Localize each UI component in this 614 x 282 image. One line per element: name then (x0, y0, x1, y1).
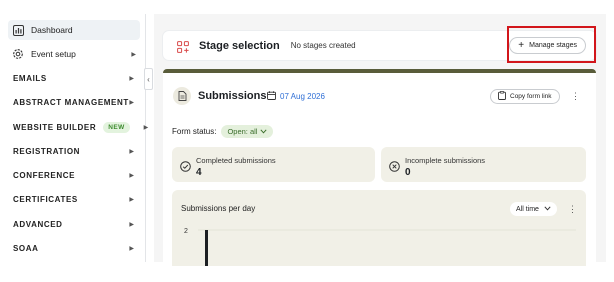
stages-icon (177, 40, 189, 53)
chevron-right-icon: ▶ (143, 124, 149, 131)
chart-plot-area: 2 (184, 228, 576, 266)
form-status-dropdown[interactable]: Open: all (221, 125, 274, 138)
time-range-dropdown[interactable]: All time (510, 202, 557, 216)
app-root: Dashboard Event setup ▶ EMAILS ▶ ABSTRAC… (0, 0, 614, 282)
copy-form-link-button[interactable]: Copy form link (490, 89, 560, 104)
completed-submissions-label: Completed submissions (196, 156, 276, 165)
sidebar-item-label: CONFERENCE (13, 170, 76, 180)
sidebar-item-emails[interactable]: EMAILS ▶ (13, 68, 140, 88)
clipboard-icon (498, 91, 506, 102)
chevron-right-icon: ▶ (129, 245, 134, 252)
sidebar-item-label: Event setup (31, 49, 76, 59)
y-tick-label-0: 2 (184, 228, 188, 235)
sidebar-item-label: EMAILS (13, 73, 47, 83)
sidebar-item-certificates[interactable]: CERTIFICATES ▶ (13, 189, 140, 209)
dashboard-icon (12, 24, 24, 36)
chevron-right-icon: ▶ (129, 75, 134, 82)
document-icon (173, 87, 191, 105)
highlight-annotation-box (507, 26, 596, 63)
chevron-down-icon (544, 205, 551, 213)
completed-submissions-card: Completed submissions 4 (172, 147, 375, 182)
chevron-right-icon: ▶ (131, 51, 136, 58)
incomplete-submissions-label: Incomplete submissions (405, 156, 486, 165)
completed-submissions-count: 4 (196, 167, 202, 178)
sidebar-item-website-builder[interactable]: WEBSITE BUILDER NEW ▶ (13, 117, 148, 137)
form-status-row: Form status: Open: all (172, 125, 274, 138)
submissions-date[interactable]: 07 Aug 2026 (267, 91, 325, 102)
sidebar: Dashboard Event setup ▶ EMAILS ▶ ABSTRAC… (0, 14, 148, 262)
submissions-title: Submissions (198, 90, 267, 102)
submissions-per-day-chart: Submissions per day All time ⋮ 2 (172, 190, 586, 266)
sidebar-item-label: WEBSITE BUILDER (13, 122, 97, 132)
more-options-icon[interactable]: ⋮ (571, 92, 580, 101)
form-status-value: Open: all (227, 127, 258, 136)
chevron-right-icon: ▶ (129, 221, 134, 228)
chevron-right-icon: ▶ (129, 196, 134, 203)
sidebar-item-label: CERTIFICATES (13, 194, 78, 204)
submissions-card: Submissions 07 Aug 2026 Copy form link ⋮… (163, 69, 596, 266)
chevron-down-icon (260, 127, 268, 136)
sidebar-item-label: Dashboard (31, 25, 73, 35)
check-circle-icon (180, 159, 191, 172)
x-circle-icon (389, 159, 400, 172)
chevron-right-icon: ▶ (129, 148, 134, 155)
sidebar-collapse-button[interactable]: ‹ (144, 68, 153, 90)
form-status-label: Form status: (172, 127, 217, 136)
calendar-icon (267, 91, 276, 102)
chart-more-options-icon[interactable]: ⋮ (568, 205, 577, 214)
stage-status-text: No stages created (290, 41, 356, 50)
incomplete-submissions-count: 0 (405, 167, 411, 178)
sidebar-item-label: ADVANCED (13, 219, 63, 229)
sidebar-item-label: ABSTRACT MANAGEMENT (13, 97, 129, 107)
gear-icon (12, 48, 24, 60)
copy-form-link-label: Copy form link (510, 93, 552, 100)
sidebar-item-event-setup[interactable]: Event setup ▶ (8, 44, 140, 64)
sidebar-item-label: REGISTRATION (13, 146, 81, 156)
sidebar-item-registration[interactable]: REGISTRATION ▶ (13, 141, 140, 161)
incomplete-submissions-card: Incomplete submissions 0 (381, 147, 586, 182)
sidebar-item-abstract-management[interactable]: ABSTRACT MANAGEMENT ▶ (13, 92, 140, 112)
sidebar-item-label: SOAA (13, 243, 39, 253)
sidebar-item-conference[interactable]: CONFERENCE ▶ (13, 165, 140, 185)
submissions-date-text: 07 Aug 2026 (280, 92, 325, 101)
bar-0 (205, 230, 208, 266)
sidebar-item-advanced[interactable]: ADVANCED ▶ (13, 214, 140, 234)
chevron-right-icon: ▶ (129, 99, 134, 106)
stage-selection-title: Stage selection (199, 39, 280, 52)
new-badge: NEW (103, 121, 130, 133)
sidebar-item-dashboard[interactable]: Dashboard (8, 20, 140, 40)
sidebar-item-soaa[interactable]: SOAA ▶ (13, 238, 140, 258)
chevron-right-icon: ▶ (129, 172, 134, 179)
chart-title: Submissions per day (181, 204, 256, 213)
time-range-value: All time (516, 205, 539, 213)
